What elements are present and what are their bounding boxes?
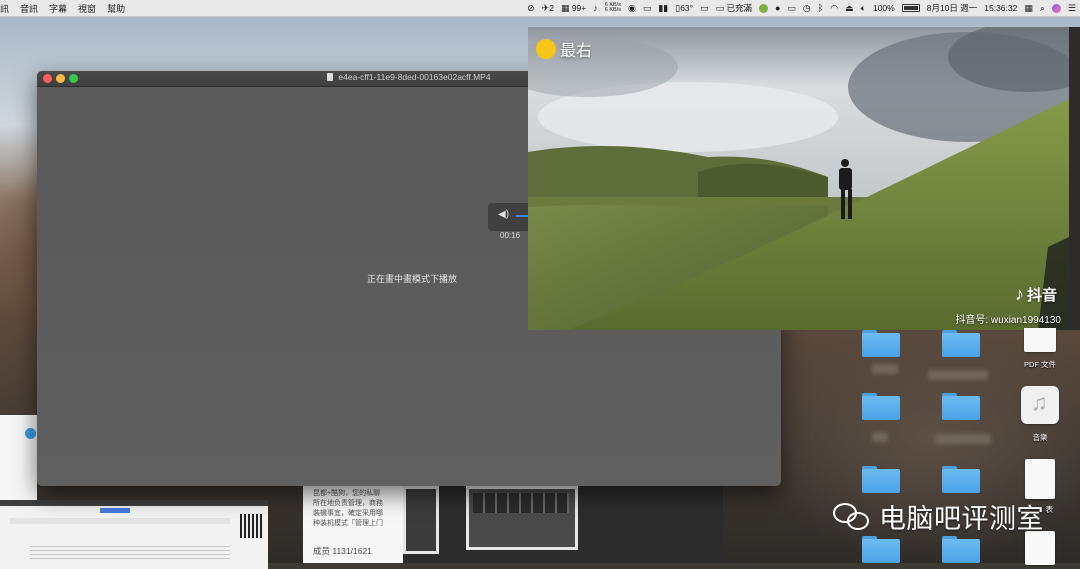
folder-icon[interactable] [942, 330, 980, 357]
wifi-icon[interactable]: ◠ [830, 3, 838, 14]
wechat-logo-icon [833, 502, 873, 531]
menubar-date[interactable]: 8月10日 週一 [927, 2, 978, 14]
folder-icon[interactable] [862, 536, 900, 563]
folder-icon[interactable] [862, 393, 900, 420]
blurred-folder-label [935, 434, 991, 444]
chat-icon [25, 428, 36, 439]
music-note-glyph: ♫ [1031, 390, 1048, 415]
menu-bar: 訊 音訊 字幕 視窗 幫助 ⊘ ✈2 ▦ 99+ ♪ 6 KB/s 6 KB/s… [0, 0, 1080, 17]
folder-icon[interactable] [862, 330, 900, 357]
folder-icon[interactable] [862, 466, 900, 493]
bird-status[interactable]: ✈2 [542, 3, 554, 14]
music-folder-label: 音樂 [1032, 433, 1048, 442]
temperature-status[interactable]: ▯63° [675, 3, 693, 14]
bluetooth-icon[interactable]: ᛒ [818, 3, 823, 13]
charge-status-label: 已充滿 [726, 3, 752, 13]
folder-icon[interactable] [942, 466, 980, 493]
pip-status-message: 正在畫中畫模式下播放 [367, 274, 458, 284]
document-file-icon[interactable] [1025, 531, 1055, 565]
eye-icon[interactable]: ◉ [628, 3, 636, 14]
notification-status[interactable]: ▦ 99+ [561, 3, 586, 14]
thumbnail-1[interactable] [403, 486, 439, 554]
zuiyou-watermark: 最右 [536, 37, 592, 61]
dot-icon[interactable]: ● [775, 3, 780, 13]
monitor-icon[interactable]: ▭ [700, 3, 709, 14]
blurred-folder-label [872, 364, 898, 374]
background-chat-window: 昆都+酷狗，您的私聊 所在地负责管理，商務 裝機事宜，確定采用哪 种装机模式「管… [303, 486, 403, 563]
thumbnail-2[interactable] [466, 486, 578, 550]
webpage-qr-code [240, 514, 264, 538]
douyin-account: 抖音号: wuxian1994130 [955, 315, 1061, 326]
folder-icon[interactable] [942, 393, 980, 420]
chat-text-line-2: 所在地负责管理，商務 [313, 500, 383, 507]
blurred-folder-label [928, 370, 988, 380]
spotlight-icon[interactable]: ⌕ [1040, 3, 1045, 14]
battery-icon[interactable] [901, 4, 920, 12]
network-speed[interactable]: 6 KB/s 6 KB/s [604, 2, 621, 14]
notification-badge: 99+ [571, 2, 587, 13]
temperature-value: 63° [680, 2, 694, 13]
music-folder-icon[interactable]: ♫ [1021, 386, 1059, 424]
grid-icon: ▦ [560, 2, 570, 13]
movie-file-icon [327, 73, 334, 81]
speaker-icon: ◀) [498, 209, 510, 220]
menubar-clock[interactable]: 15:36:32 [984, 3, 1017, 13]
pip-side-edge [1069, 27, 1080, 330]
zuiyou-logo-icon [536, 39, 556, 59]
webpage-text-lines [30, 546, 230, 560]
app-menus: 訊 音訊 字幕 視窗 幫助 [0, 2, 125, 15]
douyin-watermark: ♪ 抖音 [1015, 284, 1057, 305]
playback-time: 00:16 [500, 231, 521, 240]
thumbnail-2-strip [473, 493, 569, 513]
folder-icon[interactable] [942, 536, 980, 563]
chat-text-line-4: 种装机模式「管理上门 [313, 520, 383, 527]
chat-members-count[interactable]: 成员 1131/1621 [313, 545, 372, 557]
sync-icon[interactable]: ⊘ [527, 3, 535, 14]
menu-extras-icon[interactable]: ▦ [1024, 3, 1033, 14]
menu-audio[interactable]: 音訊 [20, 2, 38, 15]
network-down: 6 KB/s [604, 7, 621, 13]
siri-icon[interactable] [1051, 3, 1061, 13]
bird-badge: 2 [549, 2, 554, 13]
charge-status[interactable]: ▭ 已充滿 [716, 2, 752, 14]
webpage-blue-button[interactable] [100, 508, 130, 513]
battery-percent[interactable]: 100% [873, 3, 895, 13]
video-frame [528, 27, 1069, 330]
volume-slider[interactable] [516, 215, 528, 217]
menu-subtitles[interactable]: 字幕 [49, 2, 67, 15]
battery-small-icon: ▭ [715, 3, 725, 13]
watermark-text: 电脑吧评测室 [879, 504, 1044, 534]
time-machine-icon[interactable]: ◷ [803, 3, 811, 14]
airplay-icon[interactable]: ▭ [787, 3, 796, 14]
pdf-file-icon[interactable] [1024, 328, 1056, 352]
wechat-watermark: 电脑吧评测室 [833, 497, 1044, 536]
window-title-text: e4ea-cff1-11e9-8ded-00163e02acff.MP4 [338, 72, 491, 82]
volume-control[interactable]: ◀) [488, 203, 528, 231]
menu-help[interactable]: 幫助 [107, 2, 125, 15]
music-note-icon[interactable]: ♪ [593, 3, 598, 13]
chat-text-line-1: 昆都+酷狗，您的私聊 [313, 490, 381, 497]
zuiyou-logo-text: 最右 [560, 43, 593, 60]
bars-icon[interactable]: ▮▮ [658, 3, 668, 14]
chat-text-line-3: 裝機事宜，確定采用哪 [313, 510, 383, 517]
display-icon[interactable]: ▭ [643, 3, 652, 14]
webpage-toolbar [10, 518, 230, 524]
blurred-folder-label [872, 432, 888, 442]
picture-in-picture-video[interactable]: 最右 ♪ 抖音 抖音号: wuxian1994130 [528, 27, 1069, 330]
menu-window[interactable]: 視窗 [78, 2, 96, 15]
background-webpage-window [0, 500, 268, 569]
eject-icon[interactable]: ⏏ [845, 3, 854, 14]
douyin-note-icon: ♪ [1014, 284, 1024, 304]
douyin-brand: 抖音 [1026, 287, 1057, 304]
notification-center-icon[interactable]: ☰ [1068, 3, 1076, 14]
volume-icon[interactable]: 🔈︎ [861, 3, 866, 14]
menu-video[interactable]: 訊 [0, 2, 9, 15]
document-file-icon[interactable] [1025, 459, 1055, 499]
background-dark-window [403, 486, 723, 563]
status-area: ⊘ ✈2 ▦ 99+ ♪ 6 KB/s 6 KB/s ◉ ▭ ▮▮ ▯63° ▭… [527, 0, 1076, 16]
pdf-file-label: PDF 文件 [1023, 360, 1057, 369]
green-app-icon[interactable] [758, 3, 768, 13]
